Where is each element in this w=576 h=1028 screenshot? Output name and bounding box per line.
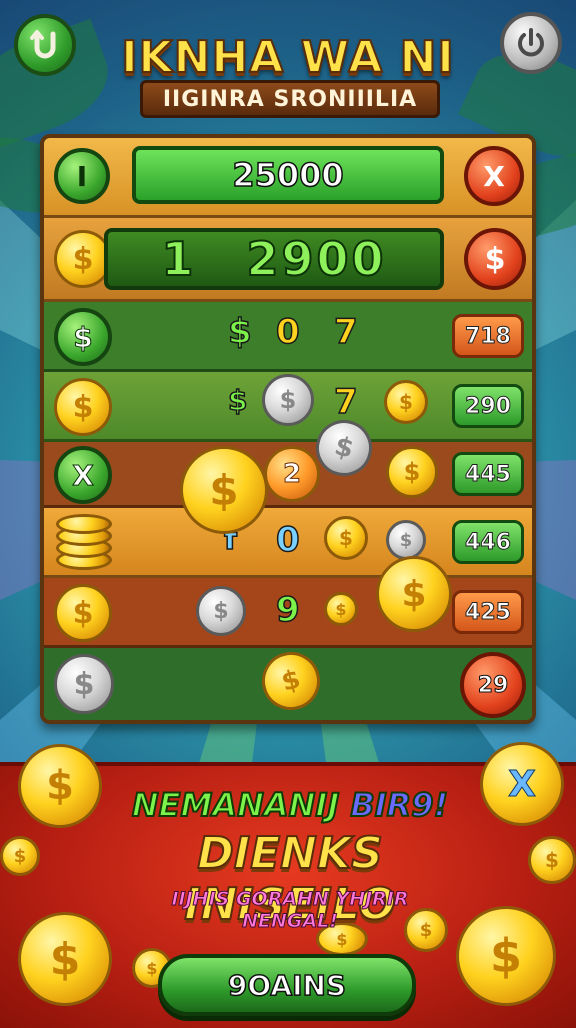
gold-coin-icon: $ bbox=[324, 592, 358, 626]
silver-coin-icon: $ bbox=[262, 374, 314, 426]
dollar-chip-icon: $ bbox=[54, 308, 112, 366]
board-row: $ $ 9 $ 425 bbox=[44, 578, 532, 648]
gold-coin-icon: $ bbox=[386, 446, 438, 498]
board-row: $ $ 0 7 718 bbox=[44, 302, 532, 372]
orange-coin-icon: 2 bbox=[264, 446, 320, 502]
reel-symbol: $ bbox=[227, 383, 248, 418]
reel-symbol: 0 bbox=[275, 519, 300, 561]
silver-coin-icon: $ bbox=[196, 586, 246, 636]
payout-badge: 290 bbox=[452, 384, 524, 428]
payout-badge: 718 bbox=[452, 314, 524, 358]
gold-coin-icon: $ bbox=[324, 516, 368, 560]
promo-tagline: IIJHIS GORAHN YHJRIR NENGAL! bbox=[171, 888, 409, 933]
balance-value: 25000 bbox=[232, 155, 345, 195]
board-row: $ $ 29 bbox=[44, 645, 532, 720]
reel-symbol: 0 bbox=[275, 311, 300, 353]
close-button[interactable]: X bbox=[464, 146, 524, 206]
gold-coin-icon: $ bbox=[18, 744, 102, 828]
info-icon: I bbox=[76, 159, 88, 193]
payout-badge: 445 bbox=[452, 452, 524, 496]
board-row: f 0 $ $ 446 bbox=[44, 508, 532, 578]
gold-coin-icon: $ bbox=[18, 912, 112, 1006]
dollar-button[interactable]: $ bbox=[464, 228, 526, 290]
subtitle-banner: IIGINRA SRONIIILIA bbox=[140, 80, 440, 118]
board-row: I 25000 X bbox=[44, 138, 532, 218]
gold-coin-icon: $ bbox=[54, 378, 112, 436]
gold-coin-icon: $ bbox=[384, 380, 428, 424]
spin-count-button[interactable]: 29 bbox=[460, 652, 526, 718]
gold-coin-icon: $ bbox=[376, 556, 452, 632]
coin-stack-icon bbox=[56, 514, 114, 572]
game-title: IKNHA WA NI bbox=[120, 31, 455, 84]
payout-badge: 425 bbox=[452, 590, 524, 634]
gold-coin-icon: $ bbox=[54, 584, 112, 642]
slot-board: I 25000 X $ 1 2900 $ $ $ 0 7 718 $ $ $ 7… bbox=[40, 134, 536, 724]
jackpot-multiplier: 1 bbox=[160, 231, 197, 287]
reel-symbol: 9 bbox=[275, 589, 300, 631]
gold-coin-icon: $ bbox=[528, 836, 576, 884]
dollar-icon: $ bbox=[484, 241, 506, 277]
subtitle-text: IIGINRA SRONIIILIA bbox=[162, 86, 418, 112]
gold-coin-icon: X bbox=[480, 742, 564, 826]
payout-badge: 446 bbox=[452, 520, 524, 564]
gold-coin-icon: $ bbox=[0, 836, 40, 876]
reel-symbol: 7 bbox=[333, 381, 358, 423]
spin-count: 29 bbox=[477, 672, 509, 698]
balance-bar: 25000 bbox=[132, 146, 444, 204]
board-row: $ 1 2900 $ bbox=[44, 218, 532, 302]
info-button[interactable]: I bbox=[54, 148, 110, 204]
close-icon: X bbox=[483, 159, 505, 193]
silver-coin-icon: $ bbox=[54, 654, 114, 714]
gold-coin-icon: $ bbox=[180, 446, 268, 534]
reel-symbol: $ bbox=[227, 311, 252, 353]
reel-symbol: 7 bbox=[333, 311, 358, 353]
board-row: $ $ $ 7 $ 290 bbox=[44, 372, 532, 442]
multiplier-chip-icon: X bbox=[54, 446, 112, 504]
jackpot-value: 2900 bbox=[245, 231, 387, 287]
jackpot-bar: 1 2900 bbox=[104, 228, 444, 290]
silver-coin-icon: $ bbox=[386, 520, 426, 560]
gold-coin-icon: $ bbox=[255, 645, 327, 717]
play-button-label: 9OAINS bbox=[227, 968, 347, 1003]
promo-headline-1: NEMANANIJ BIR9! bbox=[131, 785, 449, 825]
play-button[interactable]: 9OAINS bbox=[158, 954, 416, 1016]
board-row: X 2 $ $ 445 bbox=[44, 413, 532, 508]
